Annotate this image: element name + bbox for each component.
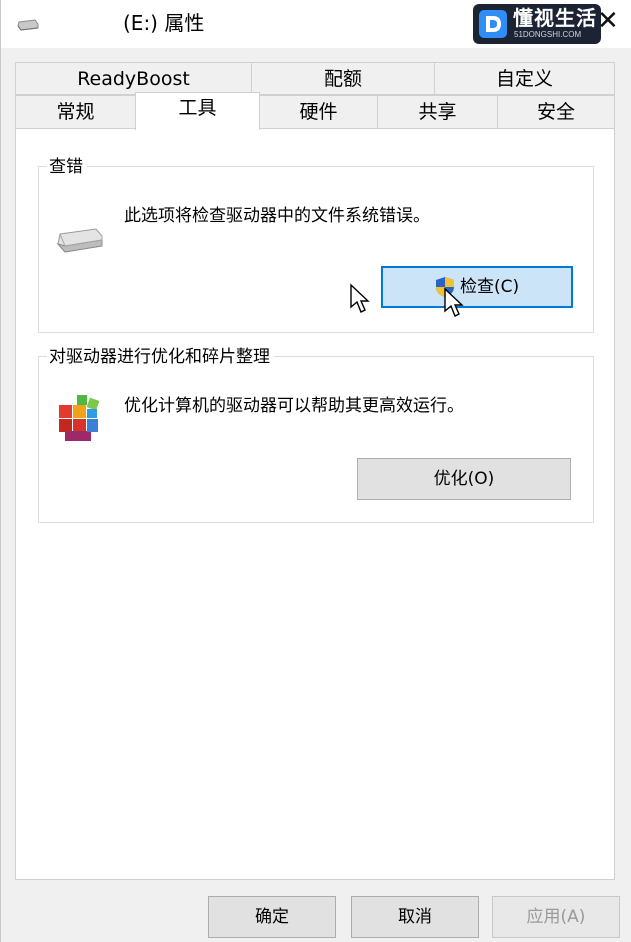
watermark-url: 51DONGSHI.COM bbox=[514, 30, 582, 39]
tab-readyboost[interactable]: ReadyBoost bbox=[15, 62, 252, 95]
watermark-logo: 懂视生活 51DONGSHI.COM bbox=[473, 4, 601, 44]
window-title: (E:) 属性 bbox=[123, 11, 205, 35]
watermark-text: 懂视生活 bbox=[513, 6, 597, 30]
tab-quota[interactable]: 配额 bbox=[251, 62, 435, 95]
tab-general[interactable]: 常规 bbox=[15, 95, 136, 129]
tab-security[interactable]: 安全 bbox=[497, 95, 615, 129]
apply-button[interactable]: 应用(A) bbox=[492, 896, 620, 938]
error-checking-description: 此选项将检查驱动器中的文件系统错误。 bbox=[124, 206, 430, 226]
check-button[interactable]: 检查(C) bbox=[381, 266, 573, 308]
tab-sharing[interactable]: 共享 bbox=[377, 95, 498, 129]
optimize-button[interactable]: 优化(O) bbox=[357, 458, 571, 500]
close-icon[interactable]: ✕ bbox=[597, 4, 619, 38]
cancel-button[interactable]: 取消 bbox=[351, 896, 479, 938]
watermark-d-icon bbox=[479, 10, 507, 38]
optimize-title: 对驱动器进行优化和碎片整理 bbox=[47, 346, 274, 368]
tab-tools[interactable]: 工具 bbox=[135, 92, 260, 130]
tab-customize[interactable]: 自定义 bbox=[434, 62, 615, 95]
error-checking-title: 查错 bbox=[47, 156, 87, 178]
drive-icon bbox=[17, 19, 39, 31]
properties-window: (E:) 属性 懂视生活 51DONGSHI.COM ✕ ReadyBoost … bbox=[0, 0, 631, 942]
hard-drive-icon bbox=[56, 228, 103, 253]
defrag-icon bbox=[59, 395, 100, 441]
check-button-label: 检查(C) bbox=[460, 277, 520, 297]
mouse-cursor-icon bbox=[350, 283, 370, 313]
tab-hardware[interactable]: 硬件 bbox=[259, 95, 378, 129]
mouse-pointer-icon bbox=[444, 287, 464, 317]
title-bar: (E:) 属性 懂视生活 51DONGSHI.COM ✕ bbox=[1, 0, 631, 48]
ok-button[interactable]: 确定 bbox=[208, 896, 336, 938]
optimize-description: 优化计算机的驱动器可以帮助其更高效运行。 bbox=[124, 396, 464, 416]
